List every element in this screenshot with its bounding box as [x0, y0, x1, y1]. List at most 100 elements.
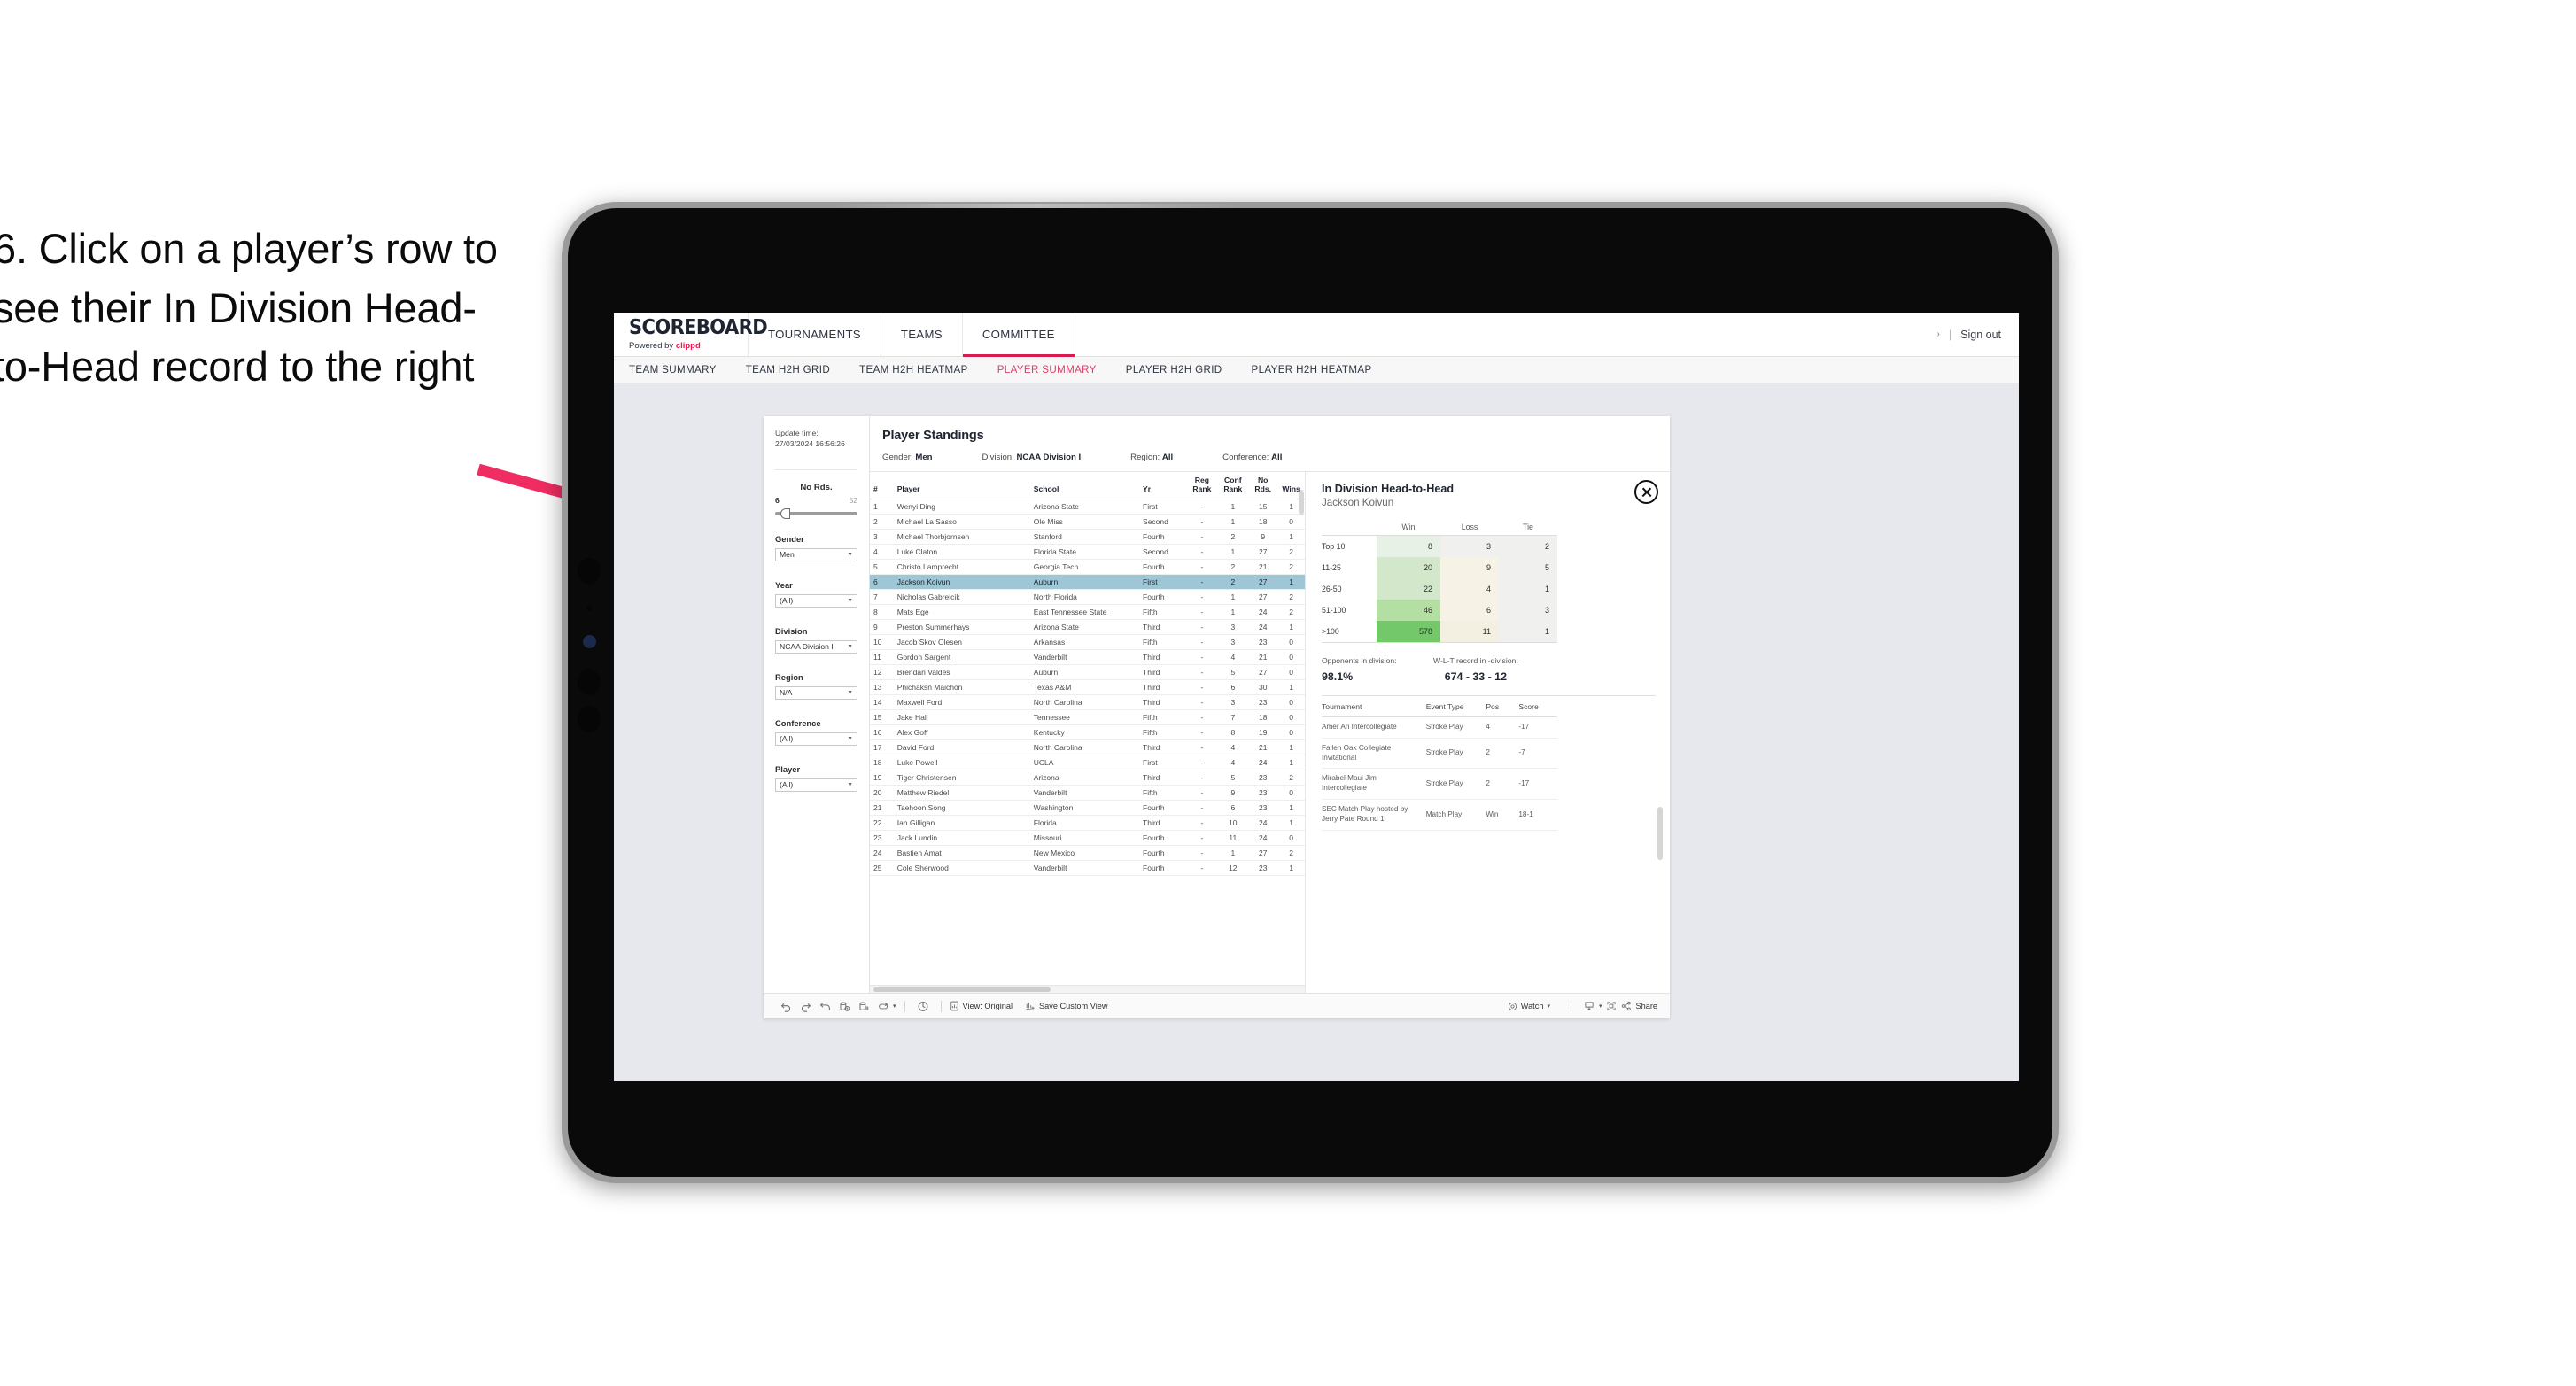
- col-header-player[interactable]: Player: [893, 472, 1030, 500]
- app-logo[interactable]: SCOREBOARD Powered by clippd: [614, 313, 768, 356]
- undo-icon[interactable]: [776, 997, 795, 1015]
- table-row[interactable]: 9 Preston Summerhays Arizona State Third -3 2…: [870, 619, 1305, 636]
- highlight-icon[interactable]: [873, 997, 893, 1015]
- download-icon[interactable]: [1579, 997, 1599, 1015]
- table-row[interactable]: 11 Gordon Sargent Vanderbilt Third -4 21 0: [870, 649, 1305, 666]
- share-button[interactable]: Share: [1621, 1001, 1657, 1011]
- close-icon[interactable]: [1634, 480, 1658, 504]
- tournament-row[interactable]: Fallen Oak Collegiate Invitational Stroke…: [1322, 738, 1557, 770]
- table-row[interactable]: 2 Michael La Sasso Ole Miss Second -1 18 0: [870, 514, 1305, 530]
- standings-vertical-scrollbar[interactable]: [1299, 490, 1304, 515]
- filter-player-select[interactable]: (All) ▼: [775, 778, 857, 792]
- table-row[interactable]: 24 Bastien Amat New Mexico Fourth -1 27 2: [870, 845, 1305, 862]
- redo-icon[interactable]: [795, 997, 815, 1015]
- table-row[interactable]: 21 Taehoon Song Washington Fourth -6 23 1: [870, 800, 1305, 817]
- cell-no-rds: 24: [1248, 815, 1278, 832]
- slider-track[interactable]: [775, 507, 857, 519]
- standings-horizontal-scrollbar[interactable]: [870, 985, 1305, 993]
- cell-rank: 12: [870, 664, 894, 681]
- table-row[interactable]: 17 David Ford North Carolina Third -4 21 1: [870, 739, 1305, 756]
- col-header-no-rds[interactable]: No Rds.: [1248, 472, 1278, 500]
- table-row[interactable]: 4 Luke Claton Florida State Second -1 27 2: [870, 544, 1305, 561]
- h2h-cell[interactable]: 11: [1440, 621, 1499, 643]
- col-header-yr[interactable]: Yr: [1139, 472, 1187, 500]
- h2h-cell[interactable]: 46: [1377, 600, 1440, 621]
- save-custom-view-button[interactable]: Save Custom View: [1025, 1001, 1107, 1011]
- col-header-school[interactable]: School: [1029, 472, 1140, 500]
- table-row[interactable]: 18 Luke Powell UCLA First -4 24 1: [870, 755, 1305, 771]
- h2h-cell[interactable]: 1: [1499, 621, 1557, 643]
- fullscreen-icon[interactable]: [1602, 997, 1621, 1015]
- revert-icon[interactable]: [815, 997, 834, 1015]
- tab-player-h2h-grid[interactable]: PLAYER H2H GRID: [1126, 364, 1222, 376]
- filter-gender-select[interactable]: Men ▼: [775, 547, 857, 561]
- tab-team-h2h-grid[interactable]: TEAM H2H GRID: [746, 364, 830, 376]
- table-row[interactable]: 23 Jack Lundin Missouri Fourth -11 24 0: [870, 830, 1305, 847]
- tab-player-summary[interactable]: PLAYER SUMMARY: [997, 364, 1097, 376]
- table-row[interactable]: 8 Mats Ege East Tennessee State Fifth -1 24 2: [870, 604, 1305, 621]
- sign-out-link[interactable]: Sign out: [1960, 329, 2001, 341]
- h2h-cell[interactable]: 2: [1499, 535, 1557, 557]
- table-row[interactable]: 19 Tiger Christensen Arizona Third -5 23 2: [870, 770, 1305, 786]
- h2h-cell[interactable]: 6: [1440, 600, 1499, 621]
- watch-caret-icon[interactable]: ▾: [1547, 1003, 1550, 1010]
- tab-team-h2h-heatmap[interactable]: TEAM H2H HEATMAP: [859, 364, 968, 376]
- col-header-rank[interactable]: #: [870, 472, 894, 500]
- table-row[interactable]: 13 Phichaksn Maichon Texas A&M Third -6 30 1: [870, 679, 1305, 696]
- filter-region-select[interactable]: N/A ▼: [775, 685, 857, 700]
- highlight-caret-icon[interactable]: ▾: [893, 1003, 896, 1010]
- table-row[interactable]: 25 Cole Sherwood Vanderbilt Fourth -12 23 1: [870, 860, 1305, 877]
- h2h-row: Top 10 8 3 2: [1322, 535, 1557, 557]
- view-original-button[interactable]: View: Original: [950, 1001, 1013, 1011]
- table-row[interactable]: 3 Michael Thorbjornsen Stanford Fourth -2 9 1: [870, 529, 1305, 546]
- tournament-row[interactable]: SEC Match Play hosted by Jerry Pate Roun…: [1322, 799, 1557, 831]
- h2h-cell[interactable]: 1: [1499, 578, 1557, 600]
- table-row[interactable]: 1 Wenyi Ding Arizona State First -1 15 1: [870, 499, 1305, 515]
- table-row[interactable]: 22 Ian Gilligan Florida Third -10 24 1: [870, 815, 1305, 832]
- cell-no-rds: 27: [1248, 574, 1278, 591]
- no-rounds-slider[interactable]: No Rds. 6 52: [775, 483, 857, 519]
- col-header-reg-rank[interactable]: Reg Rank: [1186, 472, 1218, 500]
- stopwatch-icon[interactable]: [913, 997, 933, 1015]
- cell-reg-rank: -: [1186, 755, 1218, 771]
- table-row[interactable]: 6 Jackson Koivun Auburn First -2 27 1: [870, 574, 1305, 591]
- tournament-row[interactable]: Mirabel Maui Jim Intercollegiate Stroke P…: [1322, 768, 1557, 801]
- h2h-cell[interactable]: 3: [1440, 535, 1499, 557]
- topnav-teams[interactable]: TEAMS: [881, 313, 963, 356]
- pause-auto-update-icon[interactable]: [854, 997, 873, 1015]
- watch-button[interactable]: Watch ▾: [1508, 1002, 1550, 1011]
- table-row[interactable]: 15 Jake Hall Tennessee Fifth -7 18 0: [870, 709, 1305, 726]
- tab-player-h2h-heatmap[interactable]: PLAYER H2H HEATMAP: [1252, 364, 1372, 376]
- topnav-committee[interactable]: COMMITTEE: [962, 313, 1075, 357]
- h2h-cell[interactable]: 20: [1377, 557, 1440, 578]
- topnav-tournaments[interactable]: TOURNAMENTS: [749, 313, 881, 356]
- tournament-scrollbar[interactable]: [1657, 807, 1663, 860]
- h2h-cell[interactable]: 5: [1499, 557, 1557, 578]
- col-header-conf-rank[interactable]: Conf Rank: [1217, 472, 1249, 500]
- h2h-cell[interactable]: 8: [1377, 535, 1440, 557]
- h2h-cell[interactable]: 22: [1377, 578, 1440, 600]
- tab-team-summary[interactable]: TEAM SUMMARY: [629, 364, 717, 376]
- tournament-row[interactable]: Amer Ari Intercollegiate Stroke Play 4 -17: [1322, 716, 1557, 739]
- table-row[interactable]: 12 Brendan Valdes Auburn Third -5 27 0: [870, 664, 1305, 681]
- table-row[interactable]: 20 Matthew Riedel Vanderbilt Fifth -9 23 0: [870, 785, 1305, 801]
- chevron-right-icon[interactable]: ›: [1937, 329, 1940, 339]
- table-row[interactable]: 16 Alex Goff Kentucky Fifth -8 19 0: [870, 724, 1305, 741]
- h2h-cell[interactable]: 578: [1377, 621, 1440, 643]
- h2h-cell[interactable]: 4: [1440, 578, 1499, 600]
- cell-rank: 13: [870, 679, 894, 696]
- table-row[interactable]: 10 Jacob Skov Olesen Arkansas Fifth -3 23 0: [870, 634, 1305, 651]
- table-row[interactable]: 7 Nicholas Gabrelcik North Florida Fourth -1…: [870, 589, 1305, 606]
- standings-scroll-area[interactable]: # Player School Yr Reg Rank Conf Rank No Rd…: [870, 472, 1305, 985]
- h2h-cell[interactable]: 9: [1440, 557, 1499, 578]
- refresh-data-icon[interactable]: [834, 997, 854, 1015]
- filter-division-select[interactable]: NCAA Division I ▼: [775, 639, 857, 654]
- table-row[interactable]: 14 Maxwell Ford North Carolina Third -3 23 0: [870, 694, 1305, 711]
- filter-year-select[interactable]: (All) ▼: [775, 593, 857, 608]
- h2h-cell[interactable]: 3: [1499, 600, 1557, 621]
- cell-player: Alex Goff: [893, 724, 1030, 741]
- slider-handle[interactable]: [780, 507, 790, 519]
- scrollbar-thumb[interactable]: [873, 987, 1051, 992]
- filter-conference-select[interactable]: (All) ▼: [775, 732, 857, 746]
- table-row[interactable]: 5 Christo Lamprecht Georgia Tech Fourth -2 21…: [870, 559, 1305, 576]
